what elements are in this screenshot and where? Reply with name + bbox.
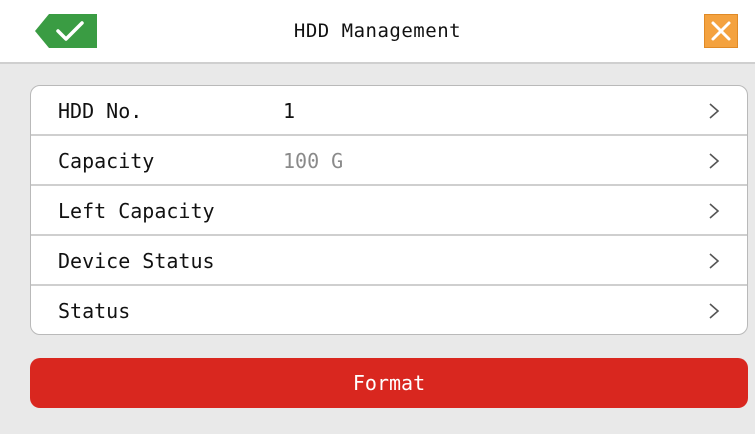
row-left-capacity[interactable]: Left Capacity	[31, 186, 747, 236]
page-title: HDD Management	[293, 20, 462, 42]
row-label: Capacity	[58, 149, 155, 173]
row-status[interactable]: Status	[31, 286, 747, 334]
chevron-right-icon	[709, 303, 720, 319]
chevron-right-icon	[709, 153, 720, 169]
row-capacity[interactable]: Capacity 100 G	[31, 136, 747, 186]
row-value: 100 G	[283, 149, 344, 173]
row-label: Status	[58, 299, 131, 323]
row-hdd-no[interactable]: HDD No. 1	[31, 86, 747, 136]
row-value: 1	[283, 99, 296, 123]
close-icon	[711, 21, 731, 41]
hdd-management-screen: HDD Management HDD No. 1 Capacity 100 G …	[0, 0, 755, 434]
chevron-right-icon	[709, 103, 720, 119]
hdd-info-list: HDD No. 1 Capacity 100 G Left Capacity D…	[30, 85, 748, 335]
close-button[interactable]	[704, 14, 738, 48]
row-label: Left Capacity	[58, 199, 215, 223]
row-label: HDD No.	[58, 99, 143, 123]
row-label: Device Status	[58, 249, 215, 273]
header-bar: HDD Management	[0, 0, 755, 64]
chevron-right-icon	[709, 253, 720, 269]
format-button[interactable]: Format	[30, 358, 748, 408]
chevron-right-icon	[709, 203, 720, 219]
row-device-status[interactable]: Device Status	[31, 236, 747, 286]
